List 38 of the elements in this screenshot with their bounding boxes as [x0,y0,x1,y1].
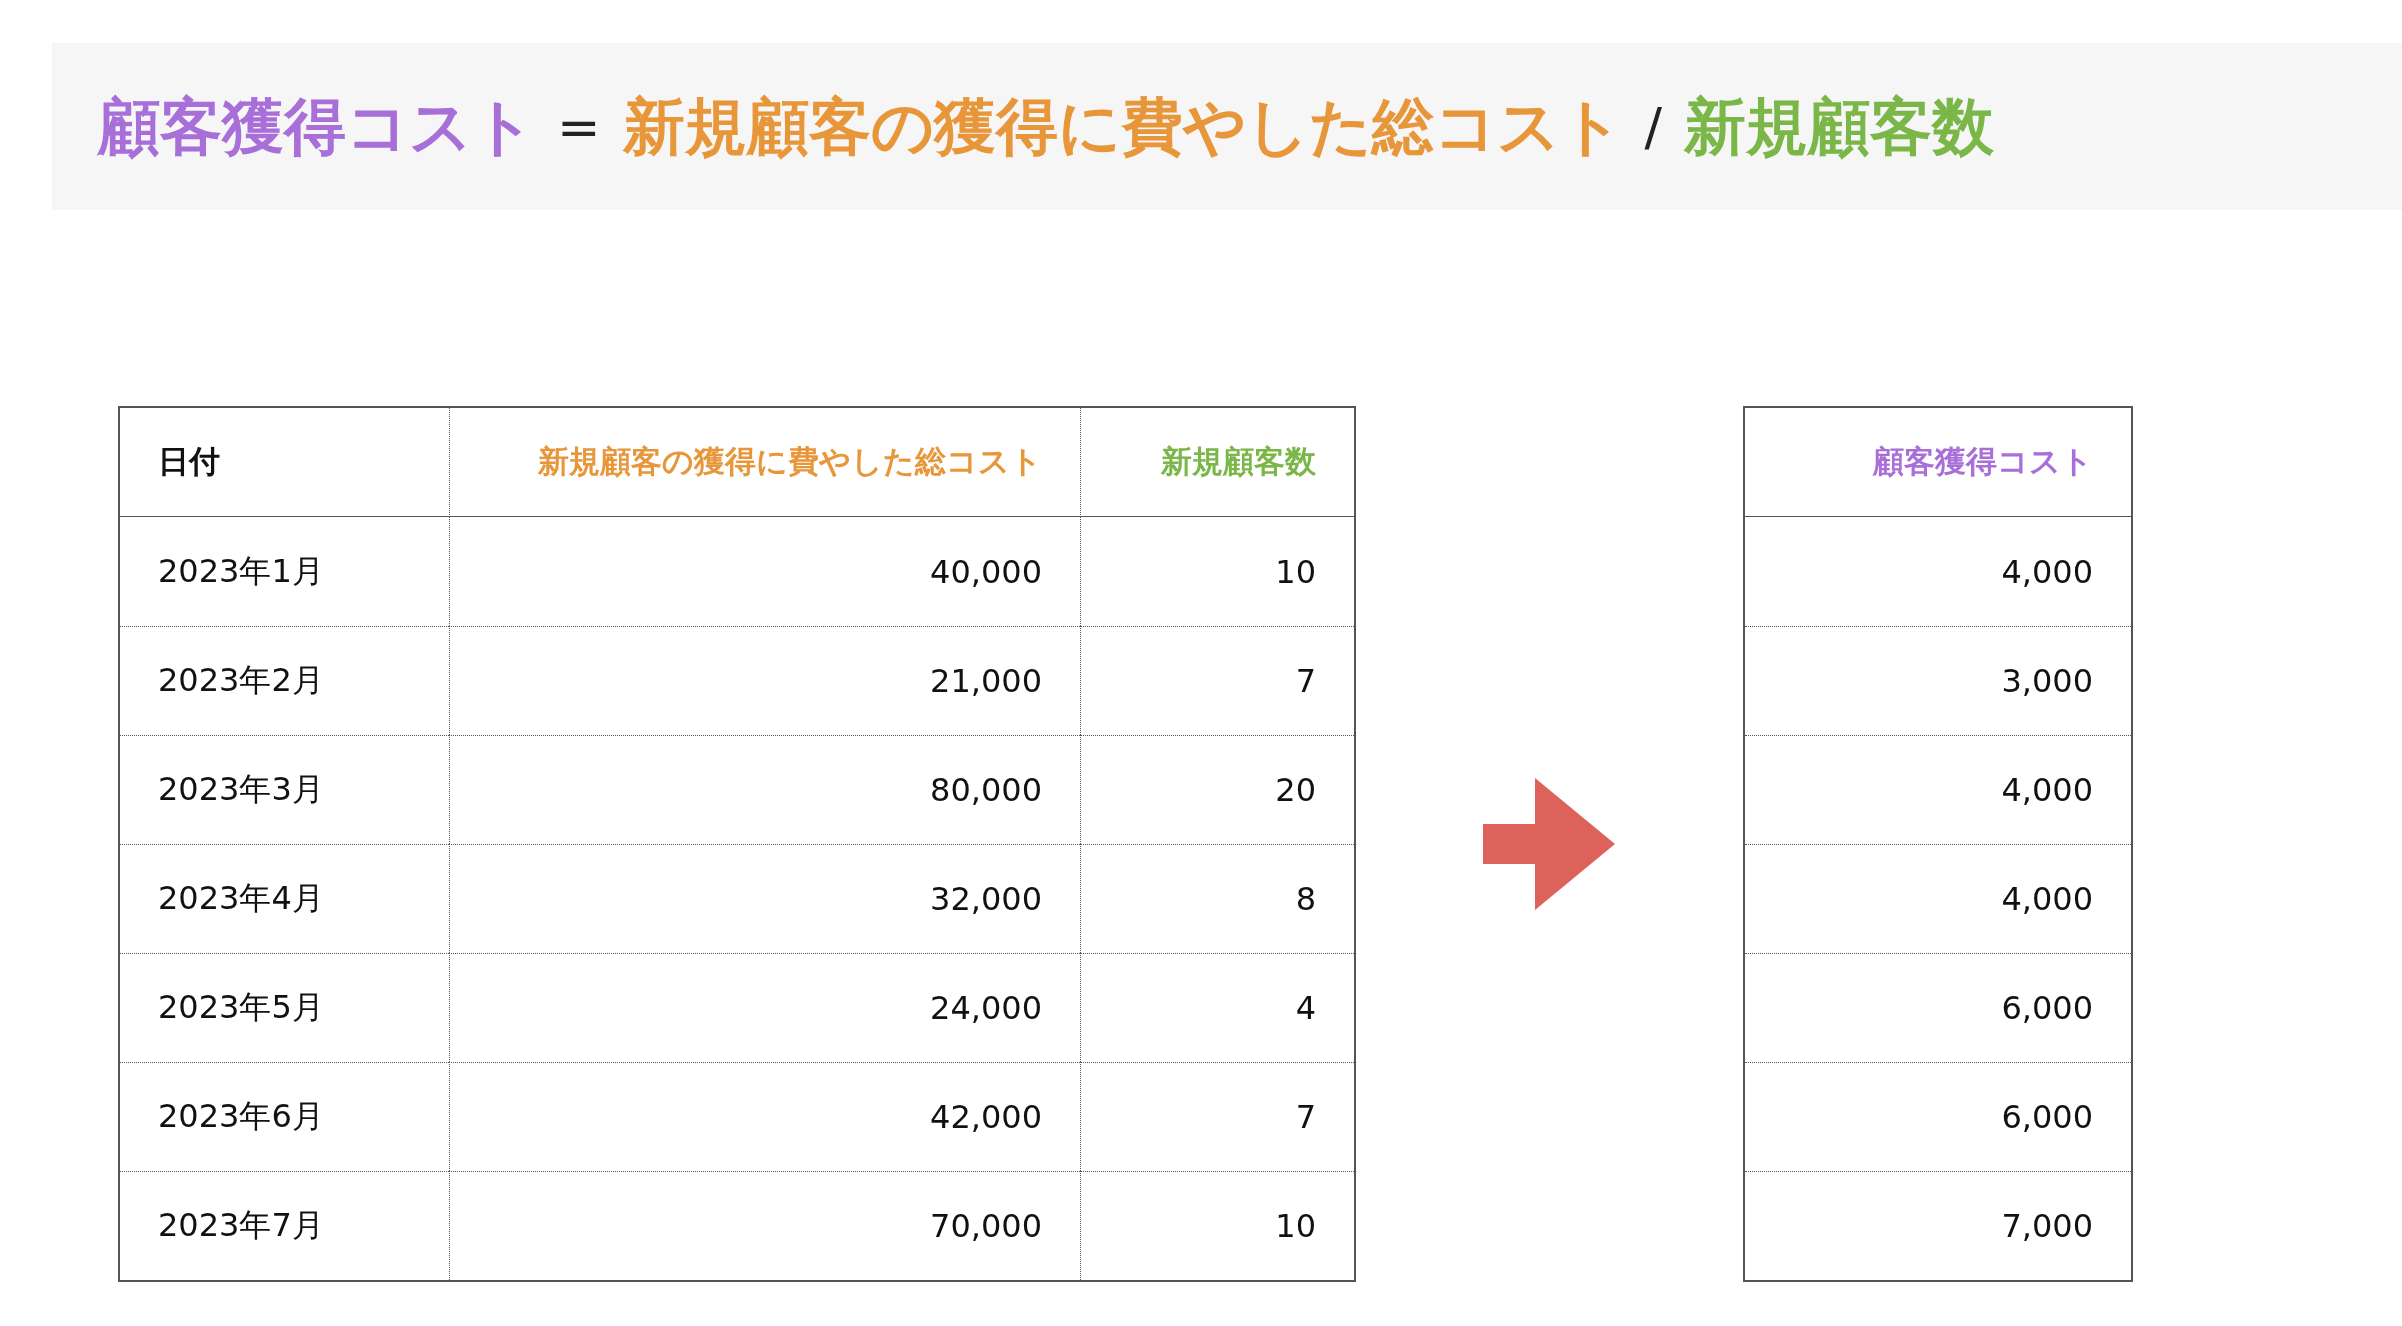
table-cell: 80,000 [449,735,1080,844]
table-cell: 7,000 [1745,1171,2131,1280]
table-cell: 7 [1080,1062,1354,1171]
table-cell: 2023年7月 [120,1171,449,1280]
table-cell: 8 [1080,844,1354,953]
table-cell: 4,000 [1745,735,2131,844]
table-cell: 2023年4月 [120,844,449,953]
table-cell: 10 [1080,517,1354,626]
table-cell: 7 [1080,626,1354,735]
table-cell: 10 [1080,1171,1354,1280]
table-cell: 6,000 [1745,1062,2131,1171]
table-cell: 32,000 [449,844,1080,953]
column-header: 顧客獲得コスト [1745,408,2131,517]
arrow-icon [1483,778,1615,910]
column-header: 新規顧客の獲得に費やした総コスト [449,408,1080,517]
formula-term: 顧客獲得コスト [98,88,535,165]
table-cell: 20 [1080,735,1354,844]
table-cell: 42,000 [449,1062,1080,1171]
column-header: 新規顧客数 [1080,408,1354,517]
table-cell: 2023年5月 [120,953,449,1062]
table-cell-text: 2023年1月 [157,550,325,592]
table-cell: 24,000 [449,953,1080,1062]
formula-term: 新規顧客の獲得に費やした総コスト [622,88,1623,165]
formula-operator: = [557,96,601,157]
table-cell: 21,000 [449,626,1080,735]
table-cell: 2023年6月 [120,1062,449,1171]
formula-operator: / [1644,96,1663,157]
table-cell: 2023年2月 [120,626,449,735]
table-cell: 4 [1080,953,1354,1062]
table-cell: 6,000 [1745,953,2131,1062]
table-cell: 2023年3月 [120,735,449,844]
formula-term: 新規顧客数 [1684,88,1995,165]
table-cell: 40,000 [449,517,1080,626]
table-cell: 3,000 [1745,626,2131,735]
table-cell-text: 4,000 [2000,551,2094,593]
table-cell: 70,000 [449,1171,1080,1280]
table-cell: 4,000 [1745,844,2131,953]
column-header: 日付 [120,408,449,517]
